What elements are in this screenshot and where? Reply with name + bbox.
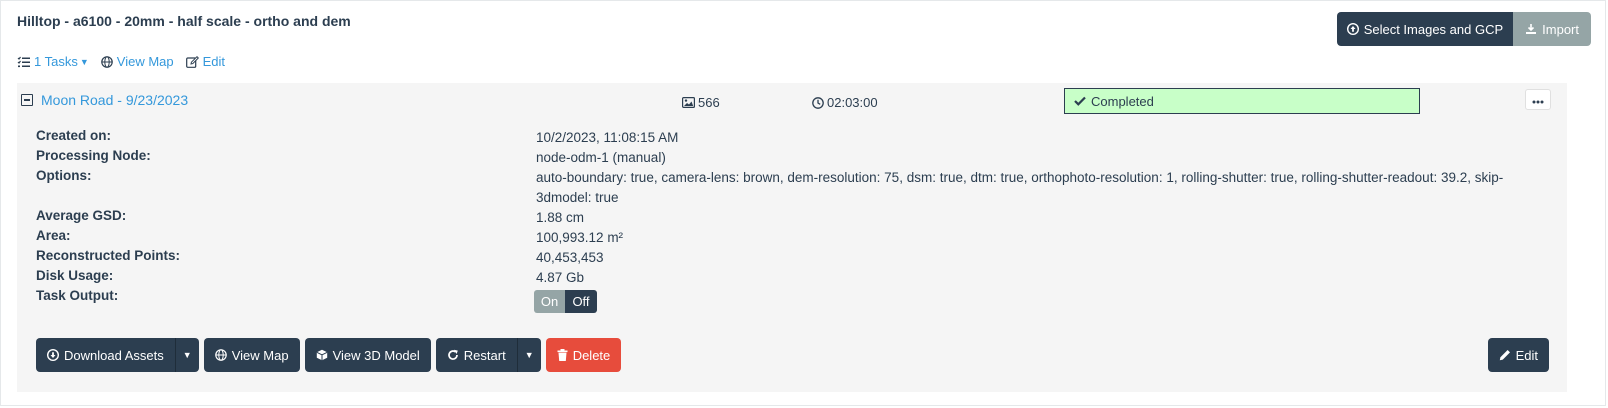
duration-value: 02:03:00 [827, 95, 878, 110]
import-icon [1525, 23, 1537, 35]
task-edit-button[interactable]: Edit [1487, 338, 1549, 372]
download-assets-dropdown-toggle[interactable]: ▼ [174, 338, 199, 372]
detail-value: 100,993.12 m² [536, 230, 624, 245]
download-assets-button[interactable]: Download Assets [36, 338, 175, 372]
detail-value: auto-boundary: true, camera-lens: brown,… [536, 170, 1504, 205]
image-icon [682, 97, 695, 108]
restart-dropdown-toggle[interactable]: ▼ [516, 338, 541, 372]
pencil-icon [1499, 349, 1511, 361]
detail-label: Options: [36, 168, 92, 183]
detail-label: Task Output: [36, 288, 119, 303]
task-view-map-button[interactable]: View Map [203, 338, 300, 372]
task-header: Moon Road - 9/23/2023 566 02:03:00 Compl… [17, 83, 1567, 119]
task-duration: 02:03:00 [812, 95, 878, 110]
view-3d-model-button[interactable]: View 3D Model [304, 338, 431, 372]
restart-label: Restart [463, 347, 506, 363]
task-more-button[interactable] [1525, 89, 1551, 110]
detail-value: 40,453,453 [536, 250, 604, 265]
detail-label: Area: [36, 228, 71, 243]
globe-icon [100, 55, 113, 68]
tasks-dropdown[interactable]: 1 Tasks ▼ [17, 54, 89, 69]
tasks-label: 1 Tasks [34, 54, 78, 69]
project-links: 1 Tasks ▼ View Map Edit [17, 54, 237, 69]
select-images-label: Select Images and GCP [1363, 21, 1504, 37]
project-title: Hilltop - a6100 - 20mm - half scale - or… [17, 13, 351, 29]
project-view-map-link[interactable]: View Map [100, 54, 174, 69]
detail-label: Disk Usage: [36, 268, 114, 283]
download-assets-group: Download Assets ▼ [36, 338, 199, 372]
download-assets-label: Download Assets [64, 347, 164, 363]
status-text: Completed [1091, 93, 1154, 109]
view-3d-model-label: View 3D Model [332, 347, 420, 363]
project-view-map-label: View Map [116, 54, 174, 69]
ellipsis-icon [1532, 91, 1544, 109]
import-button[interactable]: Import [1513, 12, 1591, 46]
clock-icon [812, 96, 824, 109]
restart-button[interactable]: Restart [435, 338, 517, 372]
toggle-off-option[interactable]: Off [565, 290, 597, 313]
image-count-value: 566 [698, 95, 720, 110]
delete-label: Delete [572, 347, 611, 363]
task-edit-label: Edit [1515, 347, 1538, 363]
edit-icon [185, 55, 199, 68]
detail-label: Created on: [36, 128, 112, 143]
download-circle-icon [47, 349, 59, 361]
detail-label: Reconstructed Points: [36, 248, 181, 263]
caret-down-icon: ▼ [79, 56, 89, 67]
task-image-count: 566 [682, 95, 720, 110]
detail-label: Processing Node: [36, 148, 151, 163]
task-view-map-label: View Map [231, 347, 289, 363]
detail-value: 1.88 cm [536, 210, 585, 225]
trash-icon [557, 349, 568, 361]
list-icon [17, 56, 30, 68]
project-edit-label: Edit [202, 54, 226, 69]
caret-down-icon: ▼ [182, 350, 192, 360]
task-actions: Download Assets ▼ View Map View 3D Model [36, 338, 626, 372]
globe-icon [214, 349, 227, 361]
status-badge: Completed [1064, 88, 1420, 114]
minus-square-icon[interactable] [21, 94, 33, 106]
restart-icon [447, 349, 459, 361]
caret-down-icon: ▼ [524, 350, 534, 360]
project-panel: Hilltop - a6100 - 20mm - half scale - or… [0, 0, 1606, 406]
import-label: Import [1542, 21, 1579, 37]
detail-value: 4.87 Gb [536, 270, 585, 285]
check-icon [1074, 96, 1086, 106]
task-output-toggle[interactable]: On Off [534, 290, 597, 313]
detail-value: node-odm-1 (manual) [536, 150, 666, 165]
task-panel: Moon Road - 9/23/2023 566 02:03:00 Compl… [17, 83, 1567, 392]
project-edit-link[interactable]: Edit [185, 54, 226, 69]
select-images-button[interactable]: Select Images and GCP [1336, 12, 1514, 46]
detail-value: 10/2/2023, 11:08:15 AM [536, 130, 679, 145]
detail-label: Average GSD: [36, 208, 127, 223]
project-top-buttons: Select Images and GCP Import [1336, 12, 1591, 46]
toggle-on-option[interactable]: On [534, 290, 565, 313]
delete-button[interactable]: Delete [545, 338, 622, 372]
restart-group: Restart ▼ [435, 338, 541, 372]
cube-icon [316, 349, 328, 361]
upload-circle-icon [1346, 23, 1359, 35]
task-name-link[interactable]: Moon Road - 9/23/2023 [41, 92, 188, 108]
